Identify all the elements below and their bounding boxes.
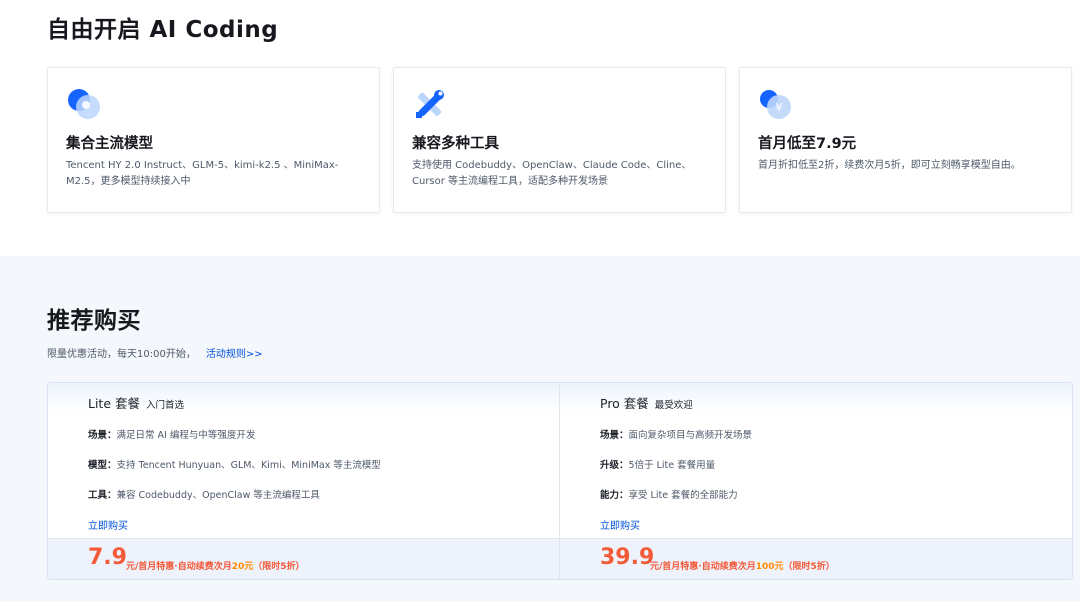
- row-text: 支持 Tencent Hunyuan、GLM、Kimi、MiniMax 等主流模…: [116, 460, 381, 471]
- plan-row: 模型：支持 Tencent Hunyuan、GLM、Kimi、MiniMax 等…: [88, 460, 381, 471]
- note-highlight: 20元: [231, 562, 254, 572]
- row-label: 升级: [600, 460, 620, 471]
- price-value: 7.9: [88, 545, 127, 570]
- plan-name-text: Pro 套餐: [600, 396, 649, 411]
- price-value: 39.9: [600, 545, 655, 570]
- model-icon: [68, 89, 100, 119]
- price-bar: 39.9 元/首月特惠·自动续费次月100元（限时5折）: [560, 538, 1072, 579]
- plan-name-text: Lite 套餐: [88, 396, 141, 411]
- svg-text:¥: ¥: [776, 101, 783, 114]
- feature-card-price: ¥ 首月低至7.9元 首月折扣低至2折，续费次月5折，即可立刻畅享模型自由。: [739, 67, 1072, 213]
- row-label: 能力: [600, 490, 620, 501]
- row-text: 5倍于 Lite 套餐用量: [628, 460, 716, 471]
- price-note: 元/首月特惠·自动续费次月100元（限时5折）: [650, 559, 835, 572]
- plan-row: 场景：面向复杂项目与高频开发场景: [600, 430, 753, 441]
- recommend-title: 推荐购买: [47, 308, 141, 334]
- plan-pro: Pro 套餐 最受欢迎 场景：面向复杂项目与高频开发场景 升级：5倍于 Lite…: [560, 383, 1072, 579]
- plan-row: 升级：5倍于 Lite 套餐用量: [600, 460, 716, 471]
- row-label: 模型: [88, 460, 108, 471]
- feature-desc: Tencent HY 2.0 Instruct、GLM-5、kimi-k2.5 …: [66, 160, 339, 187]
- row-text: 兼容 Codebuddy、OpenClaw 等主流编程工具: [116, 490, 320, 501]
- plan-tag: 最受欢迎: [654, 400, 693, 411]
- plan-row: 工具：兼容 Codebuddy、OpenClaw 等主流编程工具: [88, 490, 320, 501]
- row-label: 场景: [600, 430, 620, 441]
- note-prefix: 元/首月特惠·自动续费次月: [126, 562, 232, 572]
- intro-section: 自由开启 AI Coding 集合主流模型 Tencent HY 2.0 Ins…: [0, 0, 1080, 256]
- plan-row: 能力：享受 Lite 套餐的全部能力: [600, 490, 738, 501]
- yuan-icon: ¥: [760, 90, 791, 119]
- price-bar: 7.9 元/首月特惠·自动续费次月20元（限时5折）: [48, 538, 559, 579]
- feature-card-models: 集合主流模型 Tencent HY 2.0 Instruct、GLM-5、kim…: [47, 67, 380, 213]
- row-label: 场景: [88, 430, 108, 441]
- intro-title: 自由开启 AI Coding: [47, 17, 279, 43]
- feature-card-tools: 兼容多种工具 支持使用 Codebuddy、OpenClaw、Claude Co…: [393, 67, 726, 213]
- plan-name: Pro 套餐 最受欢迎: [600, 393, 693, 412]
- row-text: 满足日常 AI 编程与中等强度开发: [116, 430, 256, 441]
- feature-desc: 首月折扣低至2折，续费次月5折，即可立刻畅享模型自由。: [758, 160, 1021, 171]
- feature-title: 兼容多种工具: [412, 136, 499, 152]
- plan-lite: Lite 套餐 入门首选 场景：满足日常 AI 编程与中等强度开发 模型：支持 …: [48, 383, 560, 579]
- price-note: 元/首月特惠·自动续费次月20元（限时5折）: [126, 559, 305, 572]
- buy-now-link[interactable]: 立即购买: [600, 517, 640, 532]
- subtitle-text: 限量优惠活动，每天10:00开始，: [47, 349, 196, 360]
- row-text: 面向复杂项目与高频开发场景: [628, 430, 753, 441]
- row-label: 工具: [88, 490, 108, 501]
- row-text: 享受 Lite 套餐的全部能力: [628, 490, 738, 501]
- tools-icon: [416, 90, 444, 118]
- buy-now-link[interactable]: 立即购买: [88, 517, 128, 532]
- feature-title: 首月低至7.9元: [758, 136, 857, 152]
- note-highlight: 100元: [755, 562, 784, 572]
- feature-desc: 支持使用 Codebuddy、OpenClaw、Claude Code、Clin…: [412, 160, 692, 187]
- note-prefix: 元/首月特惠·自动续费次月: [650, 562, 756, 572]
- plans-panel: Lite 套餐 入门首选 场景：满足日常 AI 编程与中等强度开发 模型：支持 …: [47, 382, 1073, 580]
- recommend-subtitle: 限量优惠活动，每天10:00开始， 活动规则>>: [47, 345, 263, 360]
- rules-link[interactable]: 活动规则>>: [206, 349, 263, 360]
- note-suffix: （限时5折）: [783, 562, 835, 572]
- note-suffix: （限时5折）: [253, 562, 305, 572]
- plan-tag: 入门首选: [146, 400, 185, 411]
- plan-name: Lite 套餐 入门首选: [88, 393, 184, 412]
- feature-title: 集合主流模型: [66, 136, 153, 152]
- plan-row: 场景：满足日常 AI 编程与中等强度开发: [88, 430, 256, 441]
- recommend-section: 推荐购买 限量优惠活动，每天10:00开始， 活动规则>> Lite 套餐 入门首…: [0, 256, 1080, 602]
